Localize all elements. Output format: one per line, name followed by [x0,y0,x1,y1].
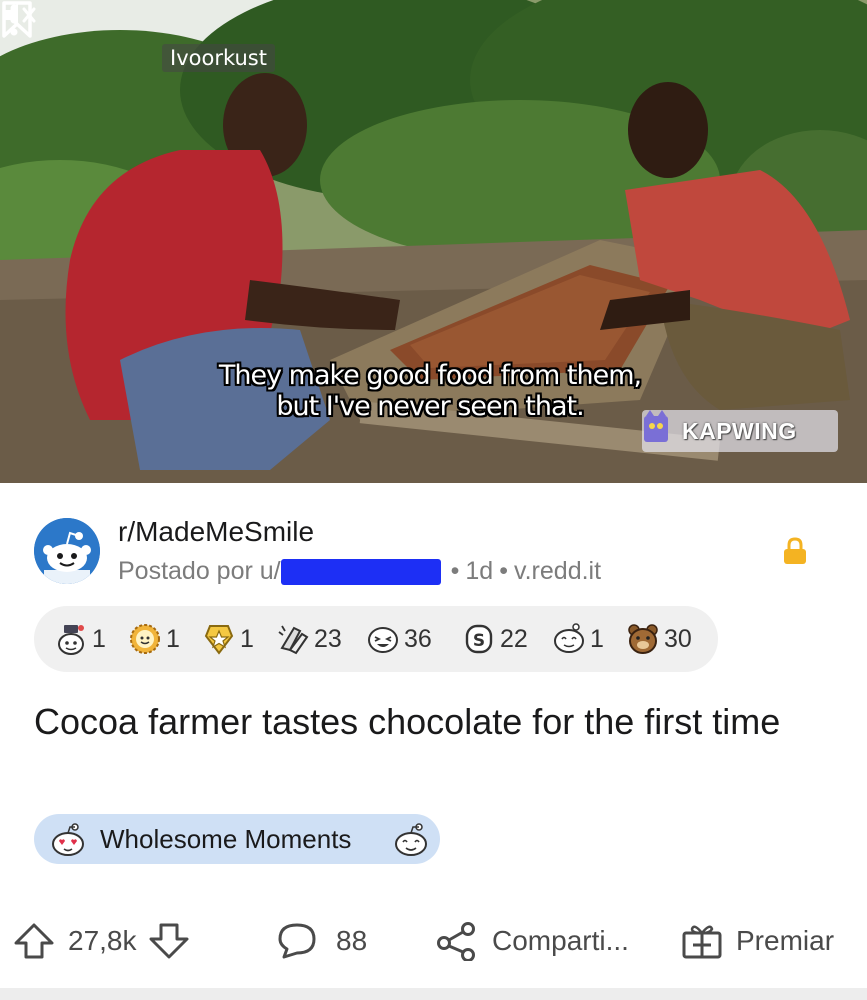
lock-icon [784,537,806,564]
kapwing-mascot-icon [644,410,668,442]
award-bear[interactable]: 30 [626,620,692,658]
award-coin[interactable]: S 22 [462,620,528,658]
meta-separator: • [499,557,508,585]
award-count: 1 [590,624,604,653]
meta-separator: • [450,557,460,585]
comment-icon [278,923,316,959]
kapwing-watermark: KAPWING [642,410,838,452]
subtitle-line-1: They make good food from them, [218,360,642,391]
wholesome-seal-icon [58,625,84,655]
subreddit-name[interactable]: r/MadeMeSmile [118,516,314,548]
downvote-icon[interactable] [147,921,191,961]
mute-icon[interactable] [0,0,40,30]
bear-icon [628,624,658,654]
flair-label: Wholesome Moments [100,824,352,854]
award-count: 1 [240,624,254,653]
award-count: 23 [314,624,342,653]
award-star-badge[interactable]: 1 [202,620,254,658]
award-count: 1 [166,624,180,653]
award-count: 1 [92,624,106,653]
snoo-hug-icon [554,623,584,653]
video-subtitle: They make good food from them, but I've … [200,360,660,422]
username-redaction [280,559,441,586]
coin-icon: S [465,624,493,654]
bottom-divider [0,988,867,1000]
svg-text:S: S [473,631,485,651]
award-laughing-face[interactable]: 36 [366,620,432,658]
award-sun-face[interactable]: 1 [128,620,180,658]
post-flair[interactable]: Wholesome Moments [34,814,440,864]
heart-eyes-snoo-icon [52,823,84,856]
award-hands-clap[interactable]: 23 [276,620,342,658]
video-player[interactable]: Ivoorkust They make good food from them,… [0,0,867,483]
smiling-snoo-icon [395,823,427,856]
comment-count: 88 [336,925,368,956]
upvote-icon[interactable] [12,921,56,961]
share-label: Comparti... [492,925,629,956]
vote-controls: 27,8k [12,918,191,964]
sun-face-icon [130,624,160,654]
watermark-text: KAPWING [682,418,797,444]
post-meta: Postado por u/• 1d • v.redd.it [118,557,601,586]
subreddit-avatar[interactable] [34,518,100,584]
share-button[interactable]: Comparti... [434,918,629,964]
star-badge-icon [204,625,234,655]
award-wholesome-seal[interactable]: 1 [54,620,106,658]
award-snoo-hug[interactable]: 1 [552,620,604,658]
award-label: Premiar [736,925,835,956]
vote-count: 27,8k [68,925,137,956]
location-tag: Ivoorkust [162,44,275,72]
hands-clap-icon [278,625,309,655]
subtitle-line-2: but I've never seen that. [276,391,584,422]
post-title[interactable]: Cocoa farmer tastes chocolate for the fi… [34,698,834,746]
awards-bar[interactable]: 1 1 1 23 36 S 22 1 30 [34,606,718,672]
snoo-avatar-icon [34,518,100,584]
award-count: 22 [500,624,528,653]
award-button[interactable]: Premiar [680,918,834,964]
comments-button[interactable]: 88 [276,918,367,964]
award-count: 30 [664,624,692,653]
posted-by-label: Postado por u/ [118,557,281,585]
post-age: 1d [465,557,494,585]
laughing-face-icon [368,627,398,653]
gift-icon [682,925,722,959]
award-count: 36 [404,624,432,653]
share-icon [437,922,475,961]
post-domain[interactable]: v.redd.it [514,557,601,585]
